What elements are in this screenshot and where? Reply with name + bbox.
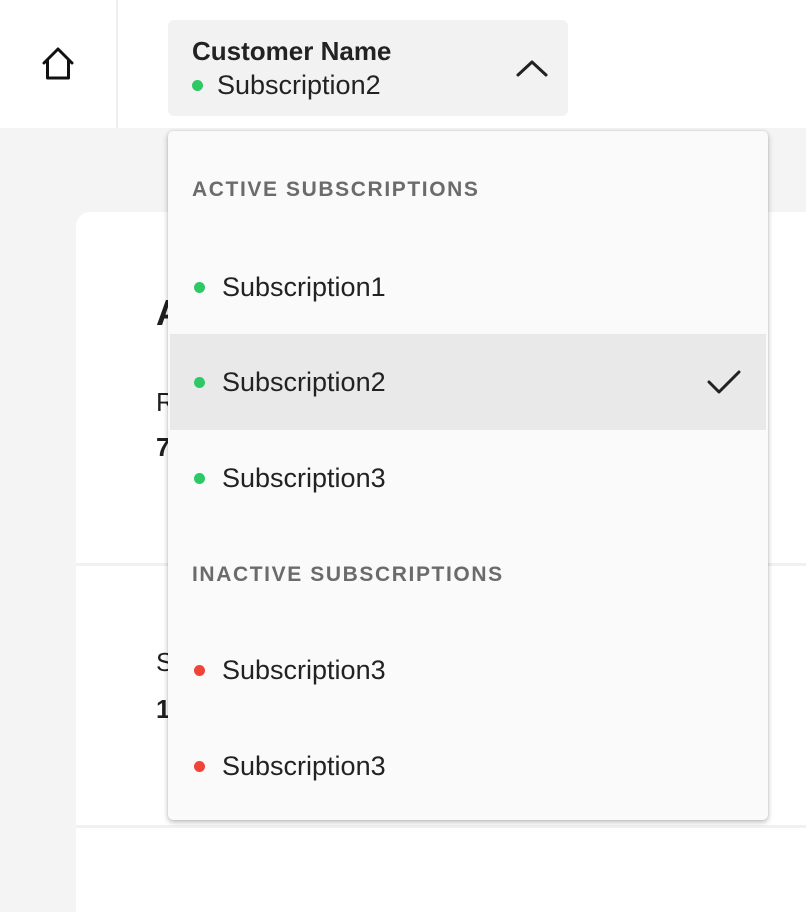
customer-name: Customer Name [192,36,392,66]
dropdown-item[interactable]: Subscription1 [170,239,766,335]
status-dot [194,376,205,388]
status-dot [194,281,205,293]
chevron-up-icon[interactable] [514,50,550,86]
status-dot [194,664,205,676]
selected-subscription: Subscription2 [192,70,381,101]
status-dot [194,760,205,772]
selected-subscription-label: Subscription2 [217,70,381,100]
dropdown-item-label: Subscription3 [222,654,386,685]
dropdown-item-label: Subscription3 [222,750,386,781]
group-label-inactive: INACTIVE SUBSCRIPTIONS [192,563,504,586]
dropdown-item-label: Subscription2 [222,366,386,397]
dropdown-item[interactable]: Subscription3 [170,622,766,718]
dropdown-item-selected[interactable]: Subscription2 [170,334,766,430]
dropdown-item[interactable]: Subscription3 [170,430,766,526]
subscription-selector[interactable]: Customer Name Subscription2 [168,20,568,116]
home-button[interactable] [34,40,82,88]
home-icon [42,47,74,80]
dropdown-item-label: Subscription1 [222,271,386,302]
dropdown-item-label: Subscription3 [222,462,386,493]
home-cell [0,0,118,128]
card-divider [76,825,806,828]
group-label-active: ACTIVE SUBSCRIPTIONS [192,178,480,201]
dropdown-item[interactable]: Subscription3 [170,718,766,814]
top-bar: Customer Name Subscription2 [0,0,806,128]
status-dot [194,472,205,484]
status-dot [192,80,203,91]
checkmark-icon [704,364,744,400]
subscription-dropdown-menu: ACTIVE SUBSCRIPTIONS Subscription1 Subsc… [168,131,768,820]
